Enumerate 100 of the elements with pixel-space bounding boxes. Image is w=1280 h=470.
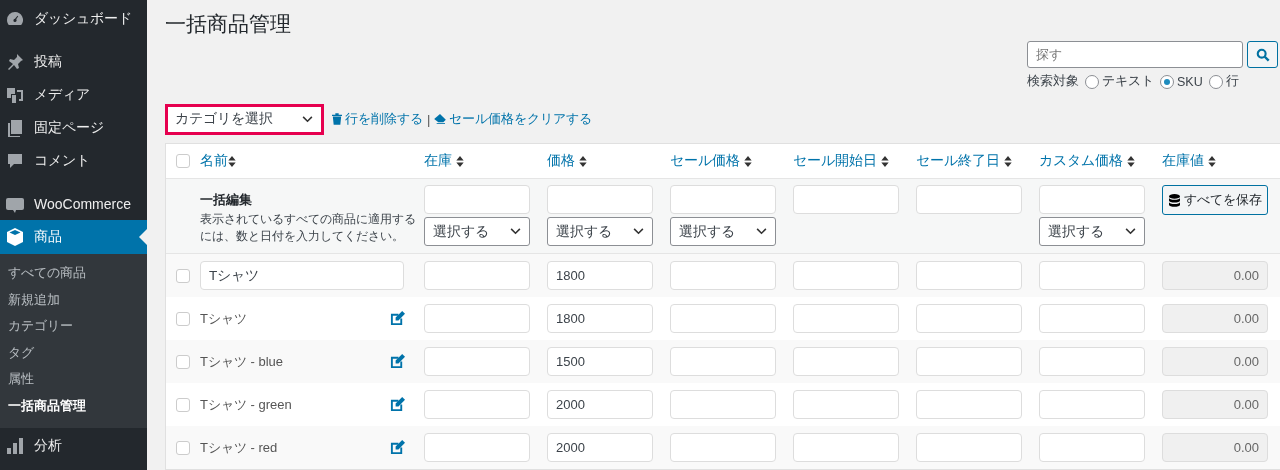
bulk-input-field[interactable] (670, 185, 776, 214)
column-header[interactable]: セール価格 (670, 152, 740, 170)
edit-icon[interactable] (390, 311, 405, 326)
bulk-input-field[interactable] (916, 185, 1022, 214)
sort-icon[interactable] (228, 155, 236, 167)
name-input-field[interactable]: Tシャツ (200, 261, 404, 290)
bulk-input-field[interactable] (1039, 185, 1145, 214)
column-header[interactable]: 在庫値 (1162, 152, 1204, 170)
stock-value-field[interactable]: 0.00 (1162, 304, 1268, 333)
column-header[interactable]: 名前 (200, 152, 228, 170)
custom-price-input-field[interactable] (1039, 304, 1145, 333)
sale-price-input-field[interactable] (670, 261, 776, 290)
pages-icon (5, 117, 25, 138)
edit-icon[interactable] (390, 354, 405, 369)
sort-icon[interactable] (1004, 155, 1012, 167)
column-header[interactable]: 在庫 (424, 152, 452, 170)
action-link[interactable]: 行を削除する (332, 110, 423, 128)
bulk-select[interactable]: 選択する (670, 217, 776, 246)
sale-start-input-field[interactable] (793, 304, 899, 333)
sale-end-input-field[interactable] (916, 347, 1022, 376)
column-header[interactable]: 価格 (547, 152, 575, 170)
stock-value-field[interactable]: 0.00 (1162, 261, 1268, 290)
radio-button[interactable] (1208, 74, 1223, 89)
save-all-button[interactable]: すべてを保存 (1162, 185, 1268, 215)
checkbox[interactable] (176, 268, 190, 283)
stock-input-field[interactable] (424, 433, 530, 462)
submenu-item[interactable]: 一括商品管理 (0, 392, 147, 420)
search-button[interactable] (1247, 41, 1278, 68)
price-input-field[interactable]: 1800 (547, 261, 653, 290)
sale-end-input-field[interactable] (916, 433, 1022, 462)
checkbox[interactable] (176, 354, 190, 369)
bulk-select[interactable]: 選択する (547, 217, 653, 246)
custom-price-input-field[interactable] (1039, 433, 1145, 462)
sort-icon[interactable] (1208, 155, 1216, 167)
stock-value-field[interactable]: 0.00 (1162, 347, 1268, 376)
price-input-field[interactable]: 1500 (547, 347, 653, 376)
price-input-field[interactable]: 2000 (547, 433, 653, 462)
sale-end-input-field[interactable] (916, 261, 1022, 290)
submenu-item[interactable]: タグ (0, 339, 147, 367)
bulk-input-field[interactable] (547, 185, 653, 214)
sidebar-item[interactable]: メディア (0, 78, 147, 111)
column-header[interactable]: セール終了日 (916, 152, 1000, 170)
column-header[interactable]: セール開始日 (793, 152, 877, 170)
price-input-field[interactable]: 1800 (547, 304, 653, 333)
sale-start-input-field[interactable] (793, 347, 899, 376)
sidebar-item[interactable]: 分析 (0, 429, 147, 463)
edit-icon[interactable] (390, 397, 405, 412)
sale-price-input-field[interactable] (670, 433, 776, 462)
sale-start-input-field[interactable] (793, 390, 899, 419)
search-field[interactable]: 探す (1027, 41, 1243, 68)
submenu-item[interactable]: カテゴリー (0, 313, 147, 340)
sale-end-input-field[interactable] (916, 390, 1022, 419)
sale-price-input-field[interactable] (670, 390, 776, 419)
submenu-item[interactable]: すべての商品 (0, 260, 147, 287)
column-header[interactable]: カスタム価格 (1039, 152, 1123, 170)
checkbox[interactable] (176, 440, 190, 455)
sort-icon[interactable] (881, 155, 889, 167)
sort-icon[interactable] (1127, 155, 1135, 167)
search-icon (1255, 47, 1270, 62)
sort-icon[interactable] (744, 155, 752, 167)
sale-price-input-field[interactable] (670, 347, 776, 376)
stock-value-field[interactable]: 0.00 (1162, 390, 1268, 419)
checkbox[interactable] (176, 397, 190, 412)
price-input-field[interactable]: 2000 (547, 390, 653, 419)
search-target-label: 検索対象 (1027, 73, 1079, 90)
sidebar-item[interactable]: 投稿 (0, 45, 147, 78)
stock-input-field[interactable] (424, 304, 530, 333)
bulk-input-field[interactable] (424, 185, 530, 214)
sale-end-input-field[interactable] (916, 304, 1022, 333)
sort-icon[interactable] (579, 155, 587, 167)
bulk-input-field[interactable] (793, 185, 899, 214)
bulk-edit-title: 一括編集 (200, 191, 252, 209)
sidebar-item[interactable]: 固定ページ (0, 111, 147, 144)
sidebar-item[interactable]: コメント (0, 144, 147, 177)
sidebar-item[interactable]: WooCommerce (0, 187, 147, 220)
sort-icon[interactable] (456, 155, 464, 167)
action-link[interactable]: セール価格をクリアする (434, 110, 593, 128)
submenu-item[interactable]: 属性 (0, 366, 147, 393)
checkbox[interactable] (176, 311, 190, 326)
radio-button[interactable] (1085, 74, 1099, 89)
stock-input-field[interactable] (424, 347, 530, 376)
sale-price-input-field[interactable] (670, 304, 776, 333)
stock-input-field[interactable] (424, 390, 530, 419)
custom-price-input-field[interactable] (1039, 261, 1145, 290)
checkbox[interactable] (176, 154, 190, 168)
stock-value-field[interactable]: 0.00 (1162, 433, 1268, 462)
product-name: Tシャツ - blue (200, 352, 285, 371)
sidebar-item[interactable]: ダッシュボード (0, 2, 147, 35)
sale-start-input-field[interactable] (793, 433, 899, 462)
bulk-select[interactable]: 選択する (1039, 217, 1145, 246)
submenu-item[interactable]: 新規追加 (0, 286, 147, 314)
stock-input-field[interactable] (424, 261, 530, 290)
bulk-select[interactable]: 選択する (424, 217, 530, 246)
category-select[interactable]: カテゴリを選択 (165, 103, 324, 135)
radio-button[interactable] (1160, 74, 1174, 89)
custom-price-input-field[interactable] (1039, 347, 1145, 376)
custom-price-input-field[interactable] (1039, 390, 1145, 419)
sidebar-item[interactable]: 商品 (0, 220, 147, 254)
edit-icon[interactable] (390, 440, 405, 455)
sale-start-input-field[interactable] (793, 261, 899, 290)
